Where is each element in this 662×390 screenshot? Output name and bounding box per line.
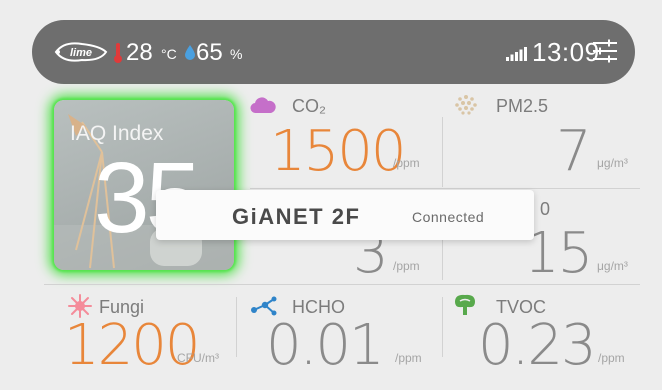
connection-toast[interactable]: GiANET 2F Connected — [156, 190, 534, 240]
pm25-value: 7 — [556, 119, 592, 184]
co2-value: 1500 — [270, 119, 407, 184]
mid-right-unit: μg/m³ — [597, 259, 628, 273]
temperature-value: 28 — [126, 39, 153, 66]
divider — [442, 117, 443, 187]
humidity-value: 65 — [196, 39, 223, 66]
hcho-unit: /ppm — [395, 351, 422, 365]
water-drop-icon — [185, 45, 195, 60]
pm25-unit: μg/m³ — [597, 156, 628, 170]
mid-right-label: 0 — [540, 199, 551, 219]
fungi-value: 1200 — [64, 313, 201, 378]
mid-right-value: 15 — [524, 221, 593, 286]
divider — [250, 188, 640, 189]
svg-text:lime: lime — [70, 47, 92, 59]
divider — [236, 297, 237, 357]
settings-sliders-icon[interactable] — [592, 38, 618, 64]
divider — [442, 240, 443, 280]
status-bar: lime 28 °C 65 % 13:09 — [32, 20, 635, 84]
co2-label: CO₂ — [292, 96, 326, 116]
thermometer-icon — [114, 43, 122, 63]
leaf-tree-icon — [455, 294, 475, 315]
temperature-unit: °C — [161, 46, 177, 62]
cloud-icon — [250, 97, 276, 114]
tvoc-unit: /ppm — [598, 351, 625, 365]
particles-icon — [455, 95, 477, 115]
hcho-value: 0.01 — [266, 313, 385, 378]
co2-unit: /ppm — [393, 156, 420, 170]
fungi-unit: CFU/m³ — [177, 351, 219, 365]
toast-device-name: GiANET 2F — [232, 204, 361, 229]
humidity-unit: % — [230, 46, 243, 62]
toast-status: Connected — [412, 209, 485, 225]
clock-time: 13:09 — [532, 37, 600, 67]
mid-left-unit: /ppm — [393, 259, 420, 273]
iaq-index-card[interactable]: IAQ Index 35 — [54, 100, 234, 270]
pm25-label: PM2.5 — [496, 96, 549, 116]
signal-bars-icon — [506, 47, 527, 61]
divider — [442, 297, 443, 357]
tvoc-value: 0.23 — [478, 313, 597, 378]
lime-logo-icon: lime — [54, 42, 108, 62]
